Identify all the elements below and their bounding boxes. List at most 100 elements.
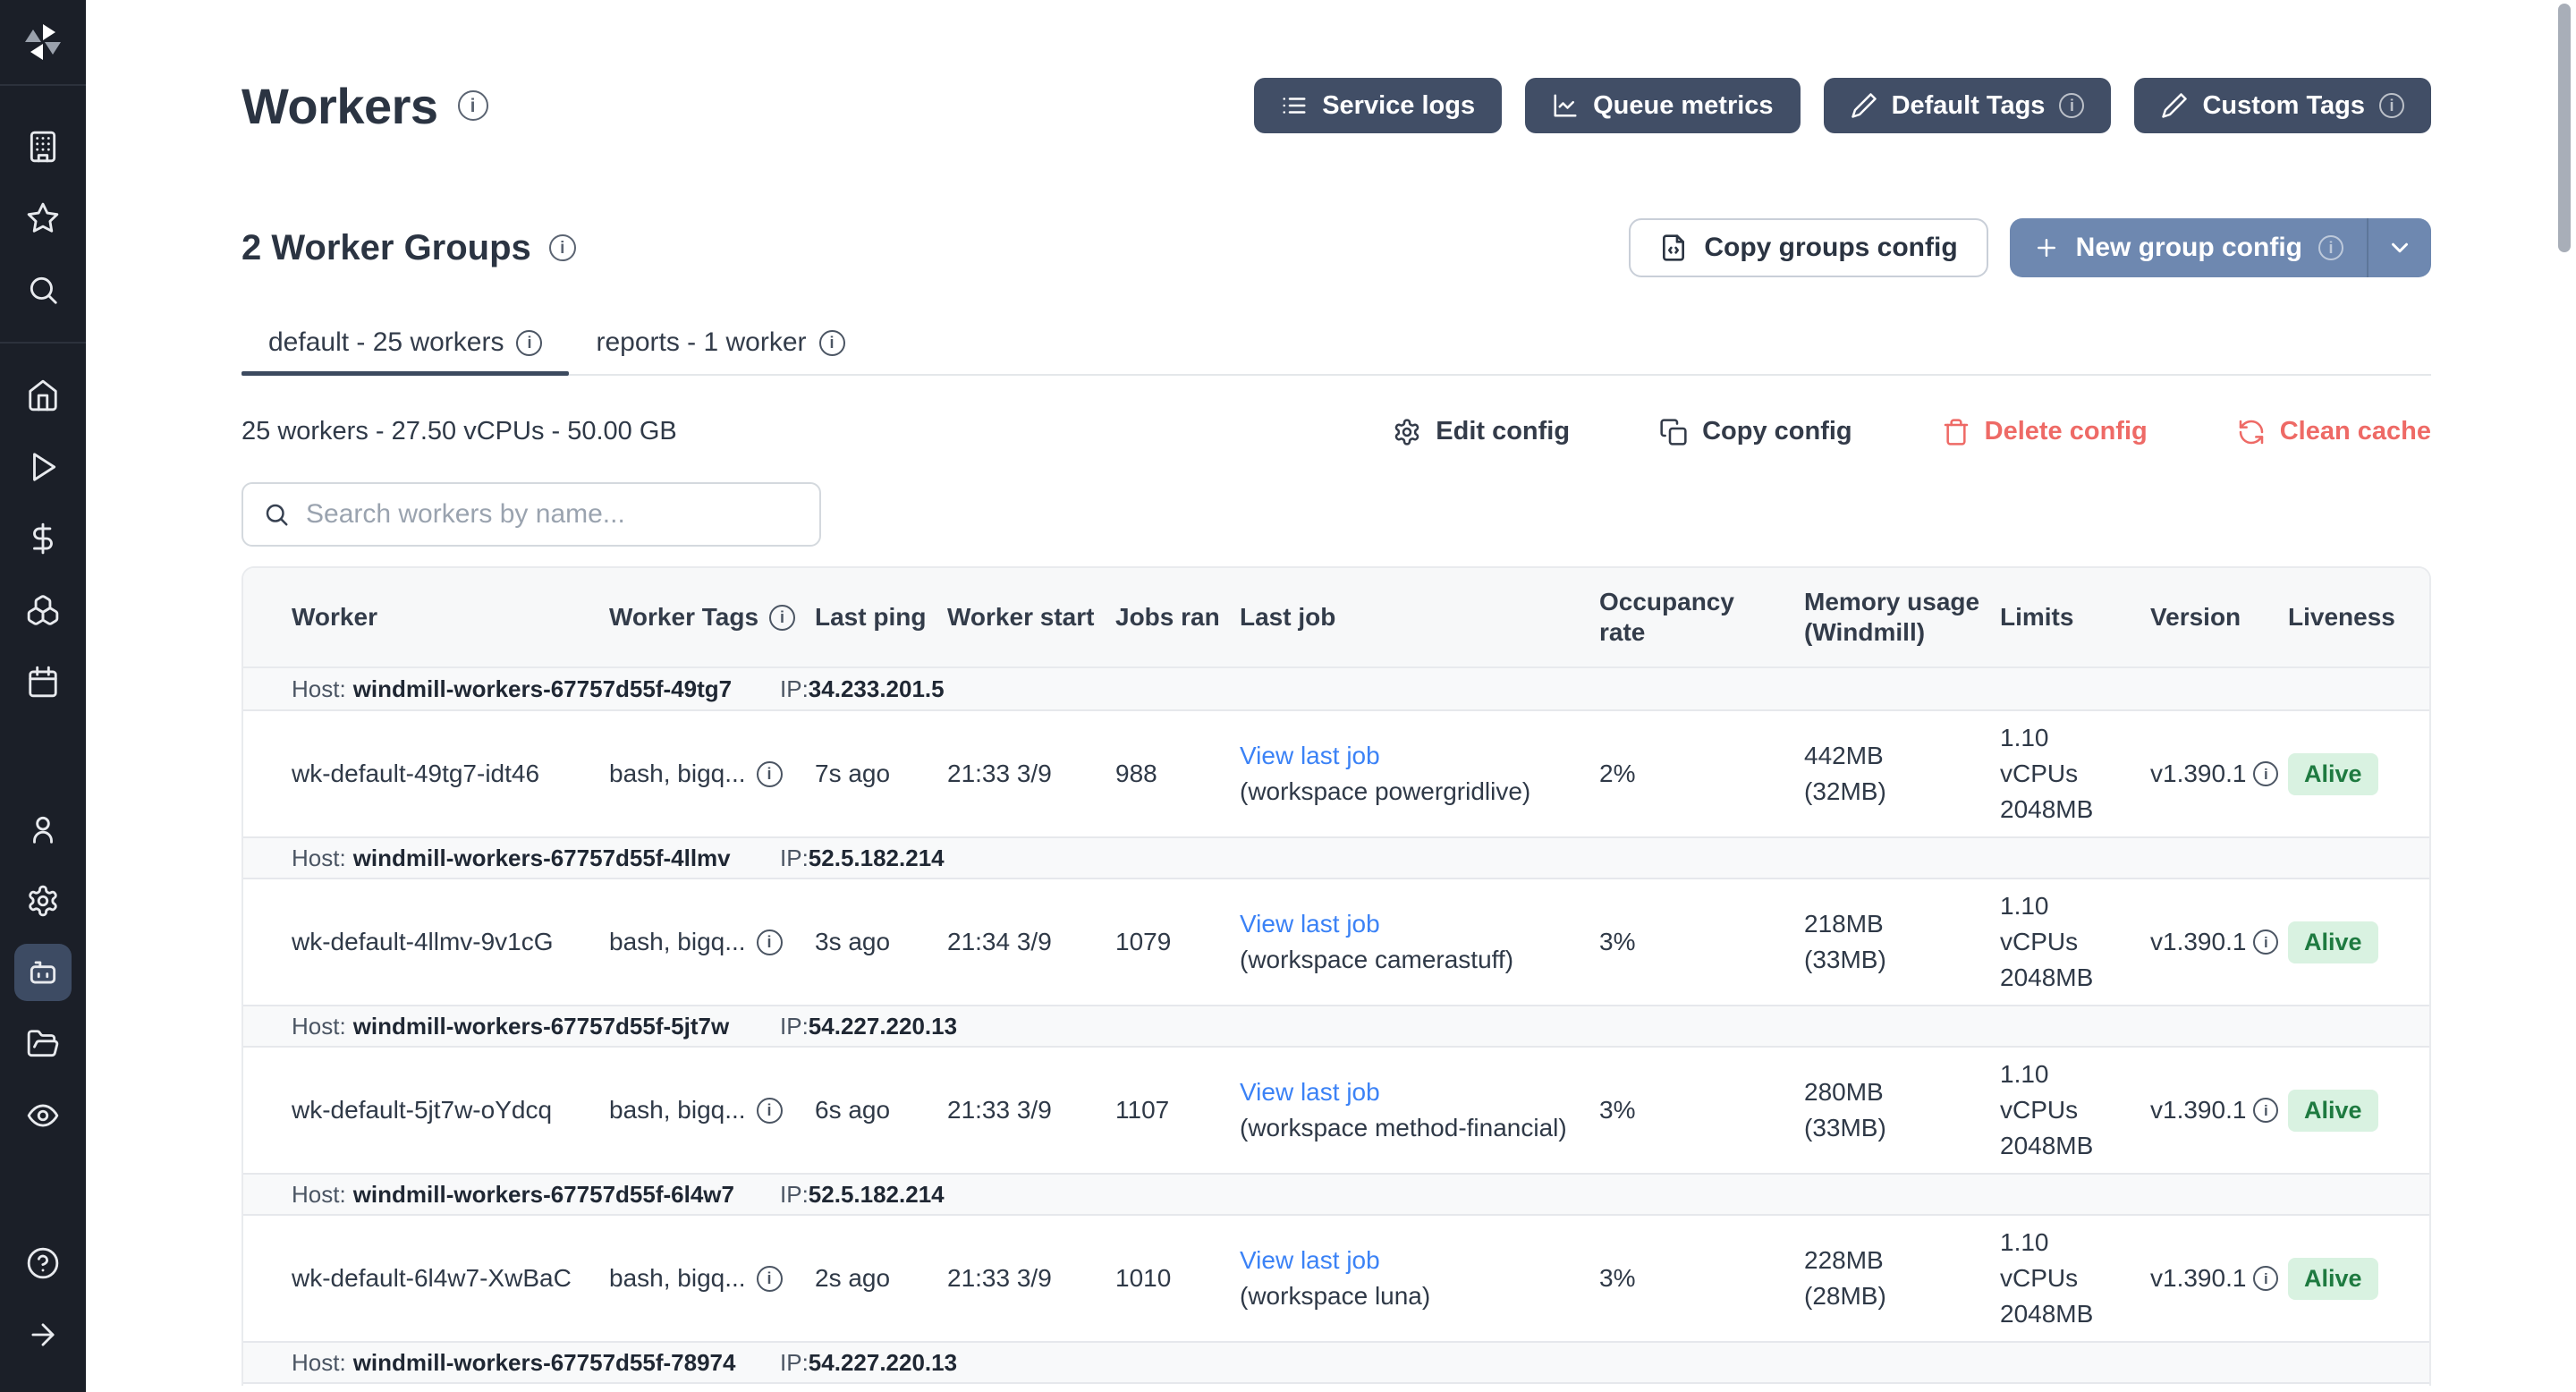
view-last-job-link[interactable]: View last job xyxy=(1240,1074,1580,1110)
host-row: Host:windmill-workers-67757d55f-5jt7w IP… xyxy=(243,1005,2429,1048)
memory-total: 280MB xyxy=(1804,1074,1980,1110)
column-header: Last job xyxy=(1240,568,1599,666)
info-icon xyxy=(819,330,845,356)
jobs-ran: 1079 xyxy=(1115,928,1240,956)
column-label: Limits xyxy=(2000,602,2073,632)
search-icon[interactable] xyxy=(14,261,72,318)
button-label: Custom Tags xyxy=(2202,91,2365,121)
delete-config-button[interactable]: Delete config xyxy=(1942,417,2148,446)
occupancy-rate: 2% xyxy=(1599,760,1804,788)
robot-icon[interactable] xyxy=(14,944,72,1001)
column-label: Worker Tags xyxy=(609,602,758,632)
occupancy-rate: 3% xyxy=(1599,1096,1804,1125)
help-icon[interactable] xyxy=(14,1235,72,1292)
chart-icon xyxy=(1552,92,1579,119)
building-icon[interactable] xyxy=(14,118,72,175)
worker-tags: bash, bigq... xyxy=(609,928,746,956)
search-workers-input[interactable] xyxy=(242,482,821,547)
limit-cpu: 1.10 vCPUs xyxy=(2000,888,2131,960)
tab-default[interactable]: default - 25 workers xyxy=(242,327,569,374)
table-body: Host:windmill-workers-67757d55f-49tg7 IP… xyxy=(243,668,2429,1384)
worker-row: wk-default-4llmv-9v1cG bash, bigq... 3s … xyxy=(243,879,2429,1005)
copy-config-button[interactable]: Copy config xyxy=(1659,417,1852,446)
version: v1.390.1 xyxy=(2150,760,2246,788)
worker-tags: bash, bigq... xyxy=(609,760,746,788)
calendar-icon[interactable] xyxy=(14,653,72,710)
pencil-icon xyxy=(1851,92,1877,119)
gear-icon[interactable] xyxy=(14,872,72,929)
arrow-right-icon[interactable] xyxy=(14,1306,72,1363)
custom-tags-button[interactable]: Custom Tags xyxy=(2134,78,2431,133)
info-icon[interactable] xyxy=(2253,1098,2278,1123)
memory-usage: 218MB (33MB) xyxy=(1804,906,2000,978)
trash-icon xyxy=(1942,418,1970,446)
memory-total: 442MB xyxy=(1804,738,1980,774)
clean-cache-button[interactable]: Clean cache xyxy=(2237,417,2431,446)
ip-label: IP: xyxy=(780,1181,809,1208)
ip-label: IP: xyxy=(780,1013,809,1040)
main-content: Workers Service logs Queue metrics Defau… xyxy=(86,0,2576,1386)
limit-memory: 2048MB xyxy=(2000,1128,2131,1164)
copy-groups-config-button[interactable]: Copy groups config xyxy=(1629,218,1987,277)
memory-usage: 280MB (33MB) xyxy=(1804,1074,2000,1146)
button-label: Default Tags xyxy=(1892,91,2046,121)
dollar-icon[interactable] xyxy=(14,510,72,567)
host-row: Host:windmill-workers-67757d55f-49tg7 IP… xyxy=(243,668,2429,711)
limit-cpu: 1.10 vCPUs xyxy=(2000,1225,2131,1296)
tab-reports[interactable]: reports - 1 worker xyxy=(569,327,871,374)
file-code-icon xyxy=(1659,233,1688,262)
refresh-icon xyxy=(2237,418,2266,446)
info-icon[interactable] xyxy=(757,1266,783,1292)
user-icon[interactable] xyxy=(14,801,72,858)
vertical-scrollbar[interactable] xyxy=(2558,4,2571,252)
info-icon[interactable] xyxy=(2253,1266,2278,1291)
memory-total: 218MB xyxy=(1804,906,1980,942)
worker-start: 21:33 3/9 xyxy=(947,760,1115,788)
new-group-config-button[interactable]: New group config xyxy=(2010,218,2431,277)
limits: 1.10 vCPUs 2048MB xyxy=(2000,1057,2150,1164)
header-buttons: Service logs Queue metrics Default Tags … xyxy=(1254,78,2431,133)
info-icon[interactable] xyxy=(757,1098,783,1124)
edit-config-button[interactable]: Edit config xyxy=(1393,417,1570,446)
action-label: Clean cache xyxy=(2280,417,2431,446)
button-label: New group config xyxy=(2076,233,2302,263)
column-header: Version xyxy=(2150,568,2288,666)
star-icon[interactable] xyxy=(14,190,72,247)
folder-open-icon[interactable] xyxy=(14,1015,72,1073)
host-row: Host:windmill-workers-67757d55f-4llmv IP… xyxy=(243,836,2429,879)
view-last-job-link[interactable]: View last job xyxy=(1240,906,1580,942)
last-ping: 2s ago xyxy=(815,1264,947,1293)
info-icon[interactable] xyxy=(757,929,783,955)
last-ping: 7s ago xyxy=(815,760,947,788)
column-label: Worker xyxy=(292,602,377,632)
default-tags-button[interactable]: Default Tags xyxy=(1824,78,2112,133)
column-header: Limits xyxy=(2000,568,2150,666)
view-last-job-link[interactable]: View last job xyxy=(1240,1243,1580,1278)
host-label: Host: xyxy=(292,675,346,702)
worker-name: wk-default-4llmv-9v1cG xyxy=(243,928,609,956)
dropdown-toggle[interactable] xyxy=(2368,218,2431,277)
info-icon[interactable] xyxy=(2253,929,2278,955)
windmill-logo[interactable] xyxy=(0,0,86,86)
queue-metrics-button[interactable]: Queue metrics xyxy=(1525,78,1800,133)
liveness-badge: Alive xyxy=(2288,1258,2378,1300)
info-icon xyxy=(2379,93,2404,118)
host-label: Host: xyxy=(292,1181,346,1208)
column-header: Worker start xyxy=(947,568,1115,666)
info-icon[interactable] xyxy=(549,234,576,261)
info-icon[interactable] xyxy=(757,761,783,787)
view-last-job-link[interactable]: View last job xyxy=(1240,738,1580,774)
eye-icon[interactable] xyxy=(14,1087,72,1144)
sidebar-divider xyxy=(0,342,86,344)
service-logs-button[interactable]: Service logs xyxy=(1254,78,1502,133)
last-job-workspace: (workspace camerastuff) xyxy=(1240,942,1580,978)
ip-label: IP: xyxy=(780,675,809,702)
host-row: Host:windmill-workers-67757d55f-78974 IP… xyxy=(243,1341,2429,1384)
boxes-icon[interactable] xyxy=(14,581,72,639)
info-icon[interactable] xyxy=(458,90,488,121)
info-icon[interactable] xyxy=(2253,761,2278,786)
memory-usage: 228MB (28MB) xyxy=(1804,1243,2000,1314)
worker-name: wk-default-49tg7-idt46 xyxy=(243,760,609,788)
home-icon[interactable] xyxy=(14,367,72,424)
play-icon[interactable] xyxy=(14,438,72,496)
